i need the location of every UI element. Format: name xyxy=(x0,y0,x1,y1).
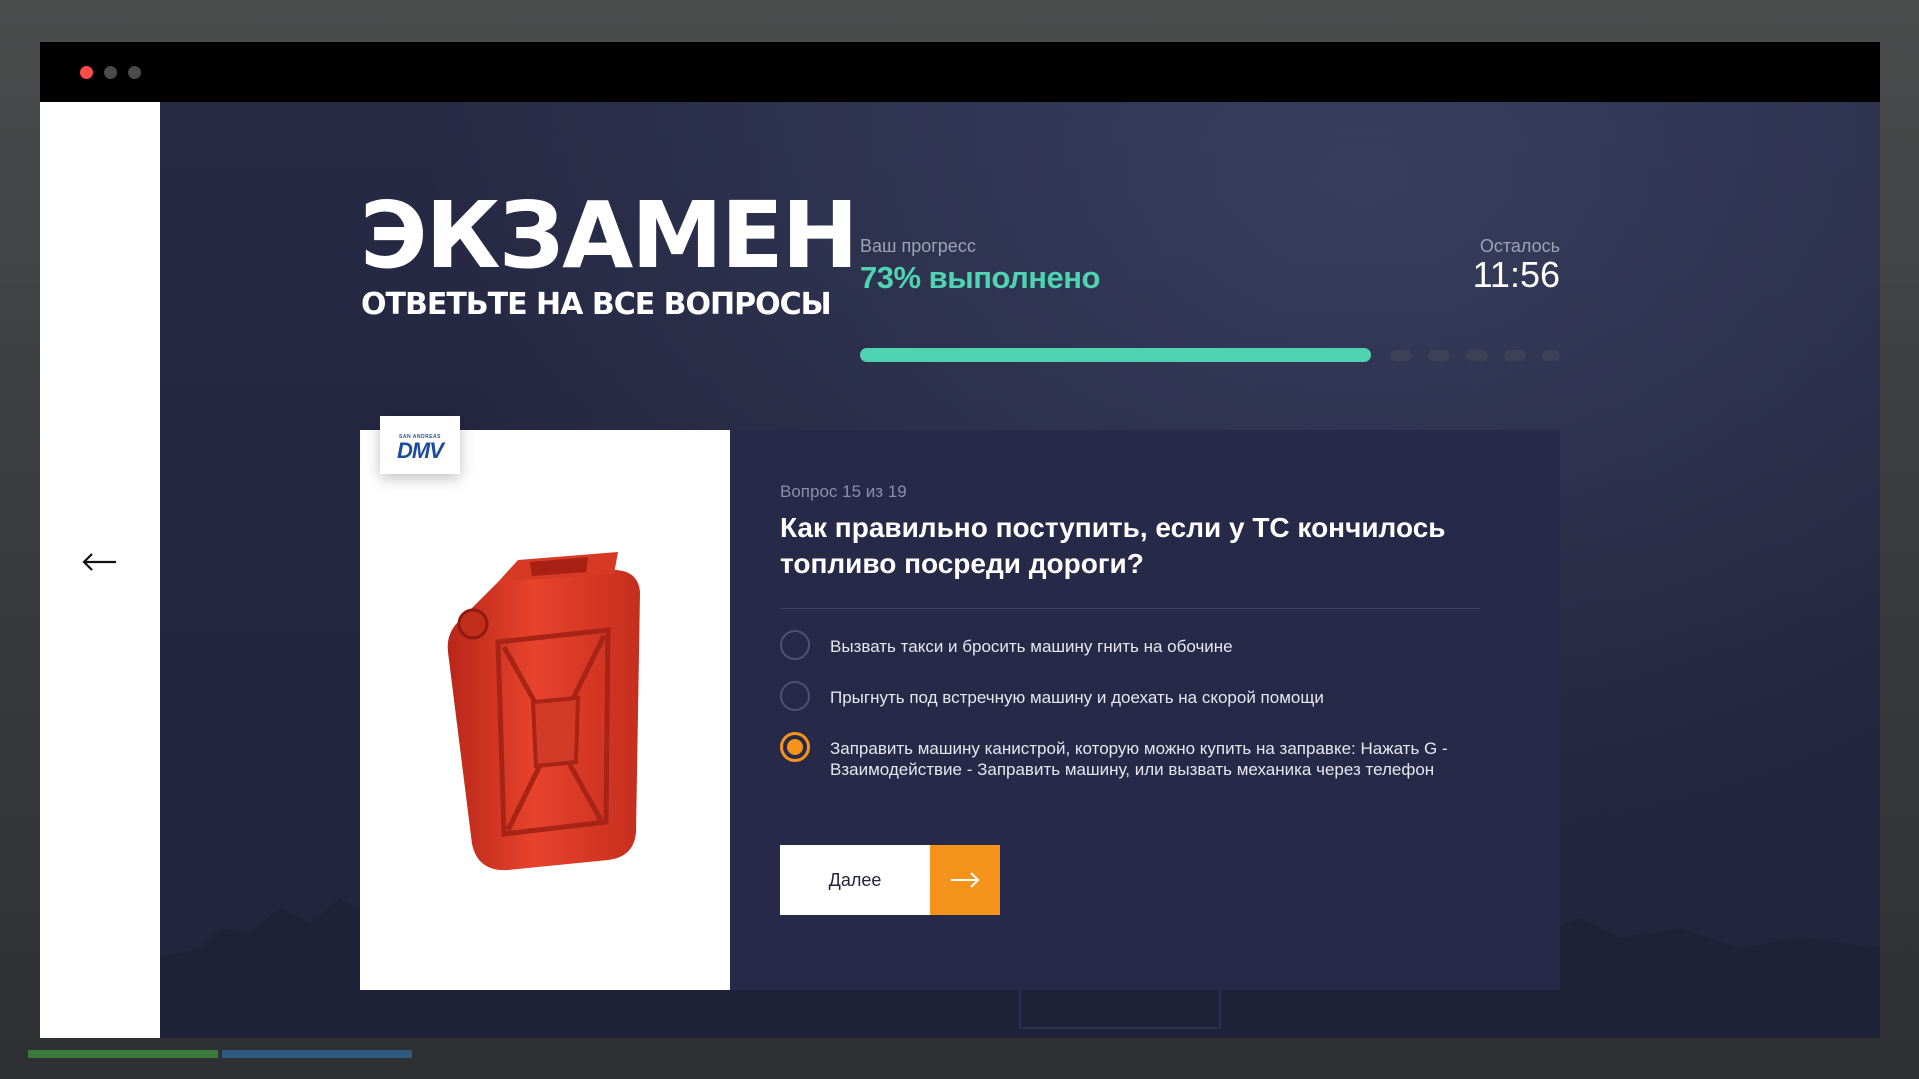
page-subtitle: ОТВЕТЬТЕ НА ВСЕ ВОПРОСЫ xyxy=(361,287,832,322)
progress-bar xyxy=(860,348,1560,362)
page-title: ЭКЗАМЕН xyxy=(360,182,859,289)
maximize-dot-icon[interactable] xyxy=(128,66,141,79)
dmv-logo: SAN ANDREAS DMV xyxy=(380,416,460,474)
next-button-label: Далее xyxy=(780,845,930,915)
close-dot-icon[interactable] xyxy=(80,66,93,79)
progress-value: 73% выполнено xyxy=(860,260,1100,295)
title-bar xyxy=(40,42,1880,102)
arrow-right-icon xyxy=(951,872,980,888)
answer-option-label: Вызвать такси и бросить машину гнить на … xyxy=(830,637,1233,656)
radio-button[interactable] xyxy=(780,630,810,660)
timer-value: 11:56 xyxy=(1472,254,1560,295)
question-panel: Вопрос 15 из 19 Как правильно поступить,… xyxy=(730,430,1560,990)
radio-button-checked[interactable] xyxy=(780,732,810,762)
armor-bar xyxy=(222,1050,412,1058)
question-counter: Вопрос 15 из 19 xyxy=(780,482,907,501)
question-image-panel: SAN ANDREAS DMV xyxy=(360,416,730,990)
progress-segment xyxy=(1390,350,1412,361)
exam-main-area: ЭКЗАМЕН ОТВЕТЬТЕ НА ВСЕ ВОПРОСЫ Ваш прог… xyxy=(160,102,1880,1038)
progress-label: Ваш прогресс xyxy=(860,236,976,256)
answer-option-label: Заправить машину канистрой, которую можн… xyxy=(830,739,1448,779)
question-card: SAN ANDREAS DMV Вопрос 15 из 19 Как прав… xyxy=(360,416,1560,990)
radio-button[interactable] xyxy=(780,681,810,711)
fuel-canister-icon xyxy=(447,552,640,871)
progress-segment xyxy=(1428,350,1450,361)
progress-segment xyxy=(1466,350,1488,361)
exam-window: ЭКЗАМЕН ОТВЕТЬТЕ НА ВСЕ ВОПРОСЫ Ваш прог… xyxy=(40,42,1880,1038)
next-button-arrow[interactable] xyxy=(930,845,1000,915)
answer-option-label: Прыгнуть под встречную машину и доехать … xyxy=(830,688,1324,707)
health-bar xyxy=(28,1050,218,1058)
progress-bar-fill xyxy=(860,348,1371,362)
answer-option[interactable]: Вызвать такси и бросить машину гнить на … xyxy=(780,630,1500,664)
question-text: Как правильно поступить, если у ТС кончи… xyxy=(780,512,1446,579)
answer-option-selected[interactable]: Заправить машину канистрой, которую можн… xyxy=(780,732,1500,802)
answer-option[interactable]: Прыгнуть под встречную машину и доехать … xyxy=(780,681,1500,715)
arrow-left-icon[interactable] xyxy=(82,552,118,572)
left-sidebar xyxy=(40,102,160,1038)
progress-segment xyxy=(1542,350,1560,361)
minimize-dot-icon[interactable] xyxy=(104,66,117,79)
next-button[interactable]: Далее xyxy=(780,845,1000,915)
divider xyxy=(780,608,1480,609)
progress-segment xyxy=(1504,350,1526,361)
